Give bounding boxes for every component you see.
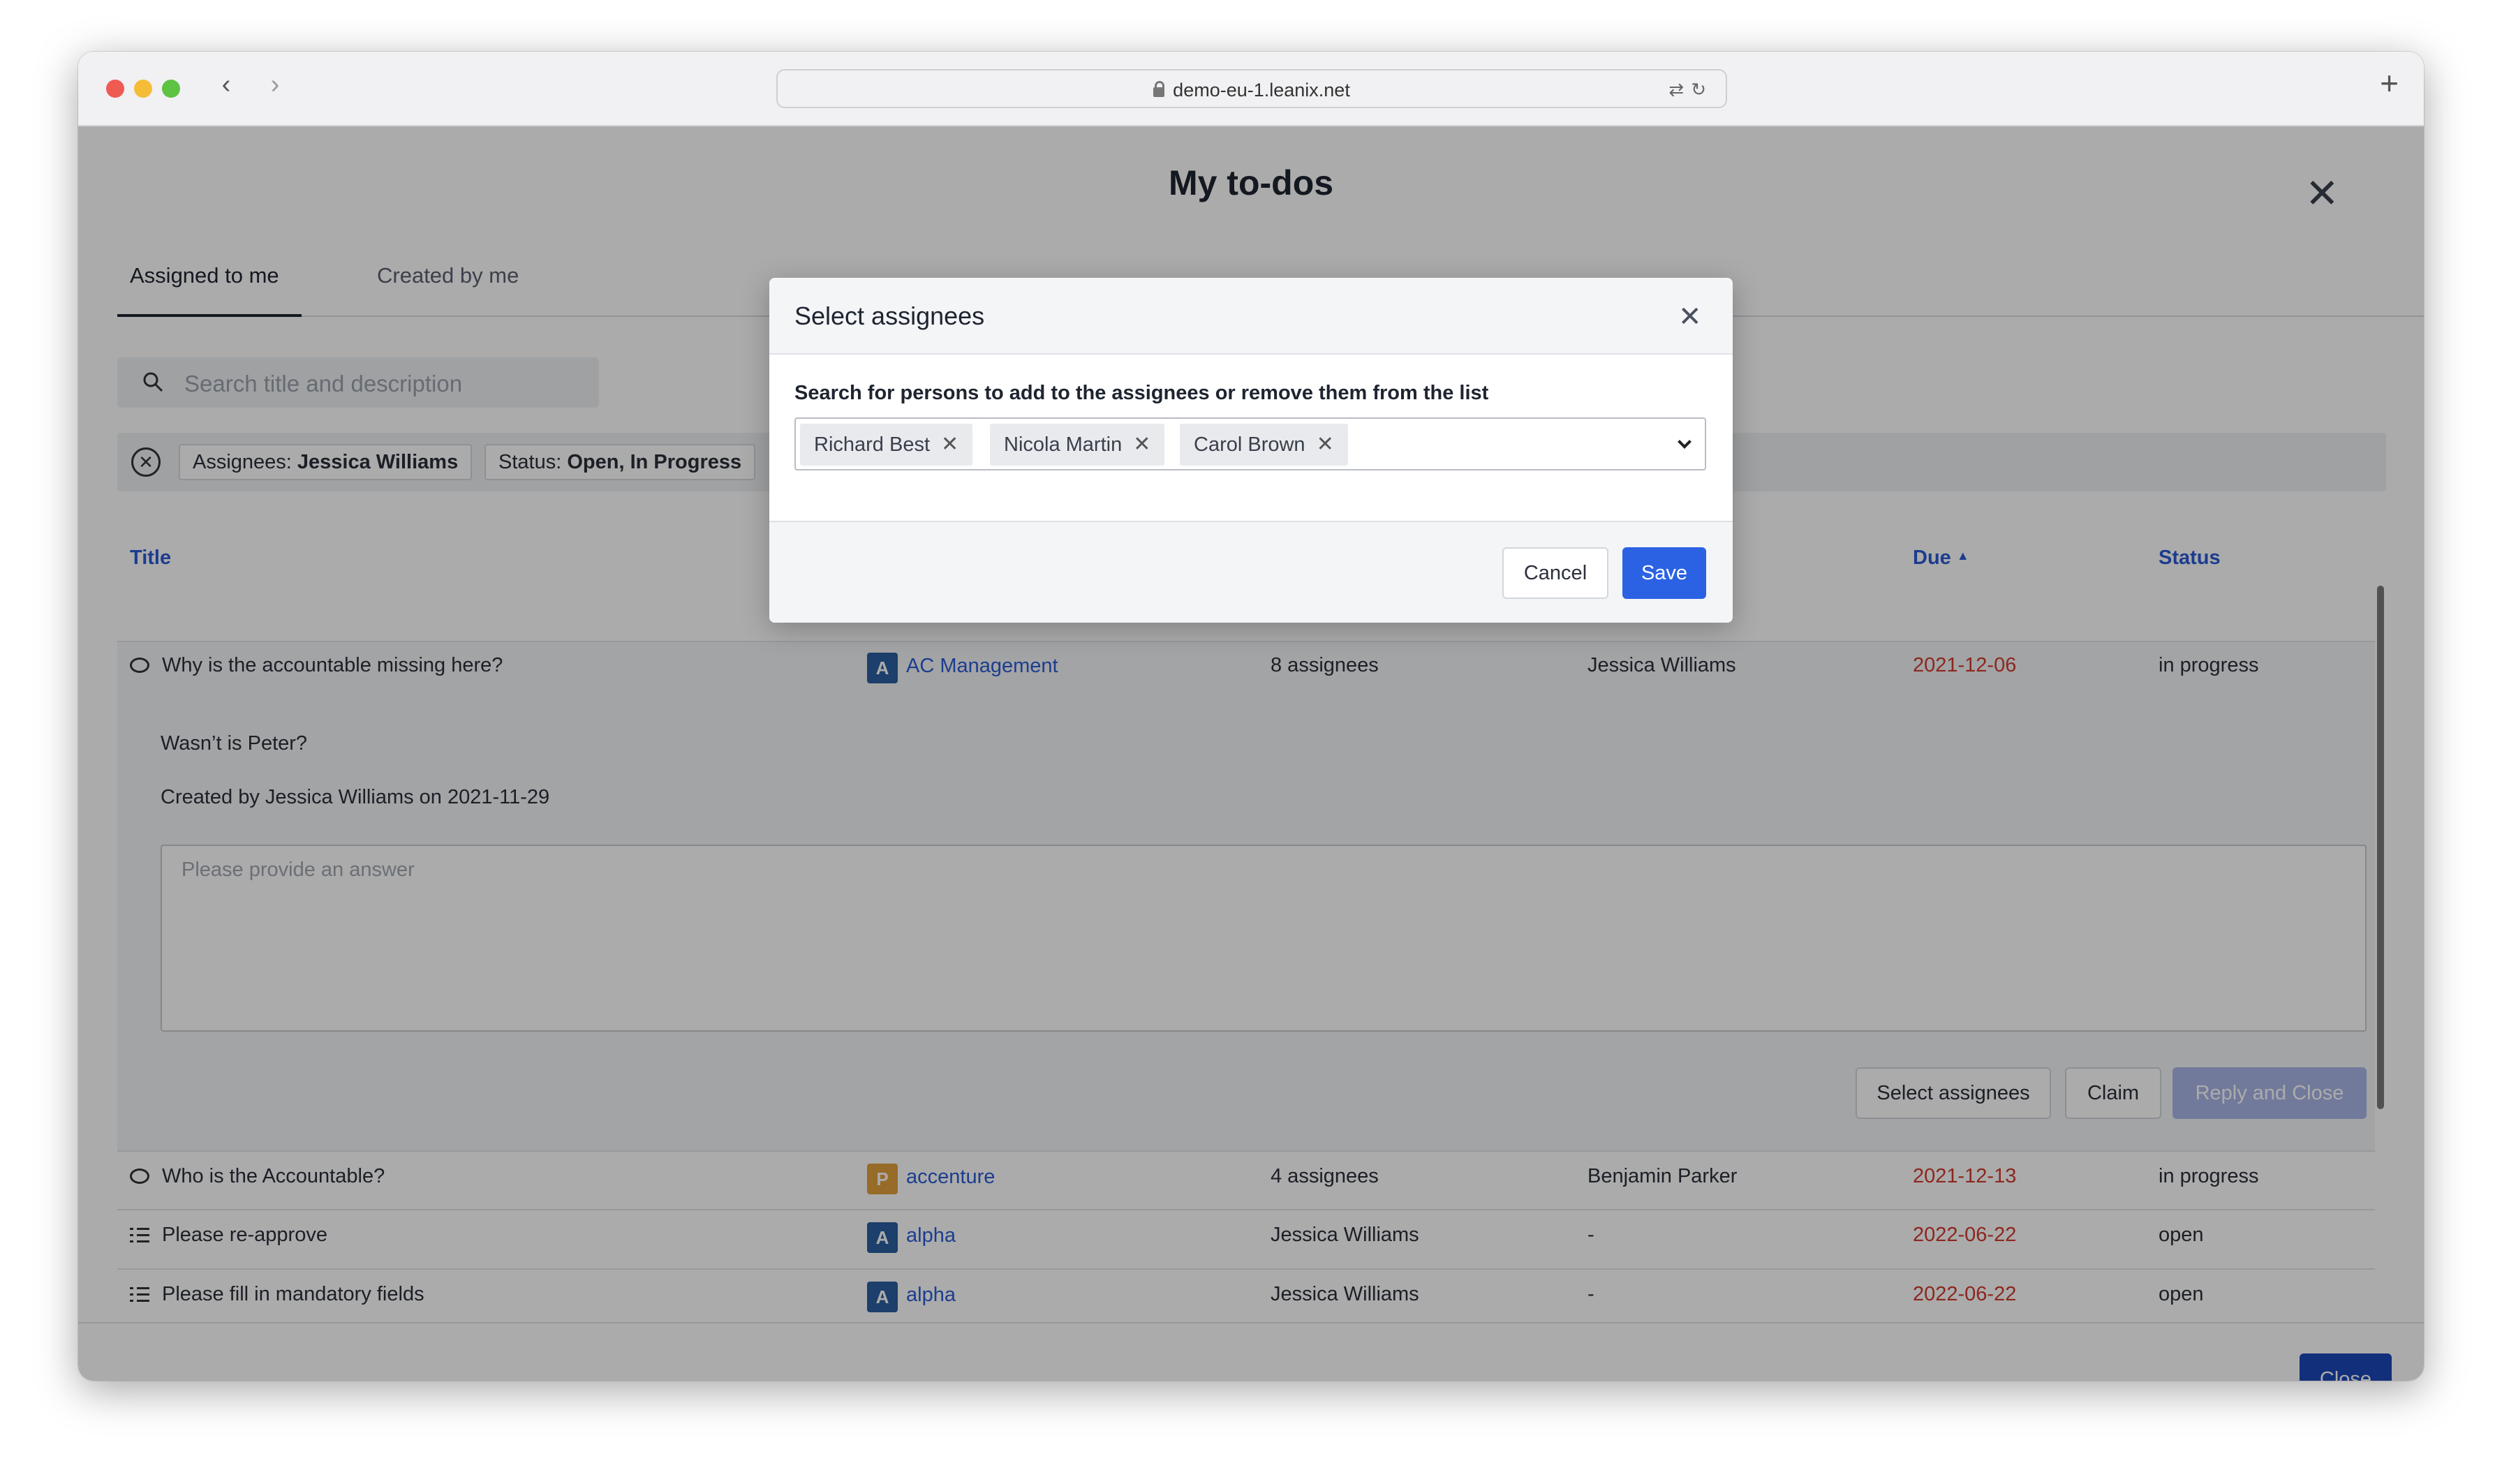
new-tab-icon[interactable]: + — [2380, 67, 2399, 99]
assignee-tag: Nicola Martin ✕ — [990, 424, 1165, 466]
assignee-tag-name: Nicola Martin — [1004, 433, 1123, 456]
todos-page: My to-dos ✕ Assigned to me Created by me… — [78, 126, 2424, 1381]
url-text-wrap: demo-eu-1.leanix.net — [778, 80, 1726, 101]
save-button[interactable]: Save — [1622, 547, 1706, 599]
assignee-tag-name: Richard Best — [814, 433, 931, 456]
maximize-window-button[interactable] — [162, 80, 180, 98]
assignee-multiselect[interactable]: Richard Best ✕ Nicola Martin ✕ Carol Brown… — [794, 417, 1706, 470]
dialog-instruction: Search for persons to add to the assigne… — [794, 382, 1489, 404]
close-window-button[interactable] — [106, 80, 124, 98]
dialog-header: Select assignees ✕ — [769, 278, 1733, 355]
remove-assignee-icon[interactable]: ✕ — [1133, 433, 1150, 456]
lock-icon — [1153, 81, 1165, 97]
assignee-tag: Carol Brown ✕ — [1180, 424, 1348, 466]
cancel-button[interactable]: Cancel — [1502, 547, 1608, 599]
close-dialog-icon[interactable]: ✕ — [1678, 303, 1702, 331]
dialog-title: Select assignees — [794, 302, 985, 330]
remove-assignee-icon[interactable]: ✕ — [1317, 433, 1334, 456]
select-assignees-dialog: Select assignees ✕ Search for persons to… — [769, 278, 1733, 623]
browser-toolbar: ‹ › demo-eu-1.leanix.net ⇄↻ + — [78, 52, 2424, 126]
dialog-footer: Cancel Save — [769, 521, 1733, 623]
assignee-tag: Richard Best ✕ — [800, 424, 973, 466]
remove-assignee-icon[interactable]: ✕ — [941, 433, 958, 456]
assignee-tag-name: Carol Brown — [1194, 433, 1305, 456]
chevron-down-icon[interactable] — [1678, 435, 1692, 449]
address-bar[interactable]: demo-eu-1.leanix.net ⇄↻ — [776, 69, 1727, 108]
forward-arrow-icon[interactable]: › — [261, 71, 289, 98]
browser-window: ‹ › demo-eu-1.leanix.net ⇄↻ + My to-dos … — [78, 52, 2424, 1381]
translate-reload-icons[interactable]: ⇄↻ — [1668, 79, 1713, 101]
back-arrow-icon[interactable]: ‹ — [212, 71, 240, 98]
url-text: demo-eu-1.leanix.net — [1173, 80, 1350, 101]
minimize-window-button[interactable] — [134, 80, 152, 98]
